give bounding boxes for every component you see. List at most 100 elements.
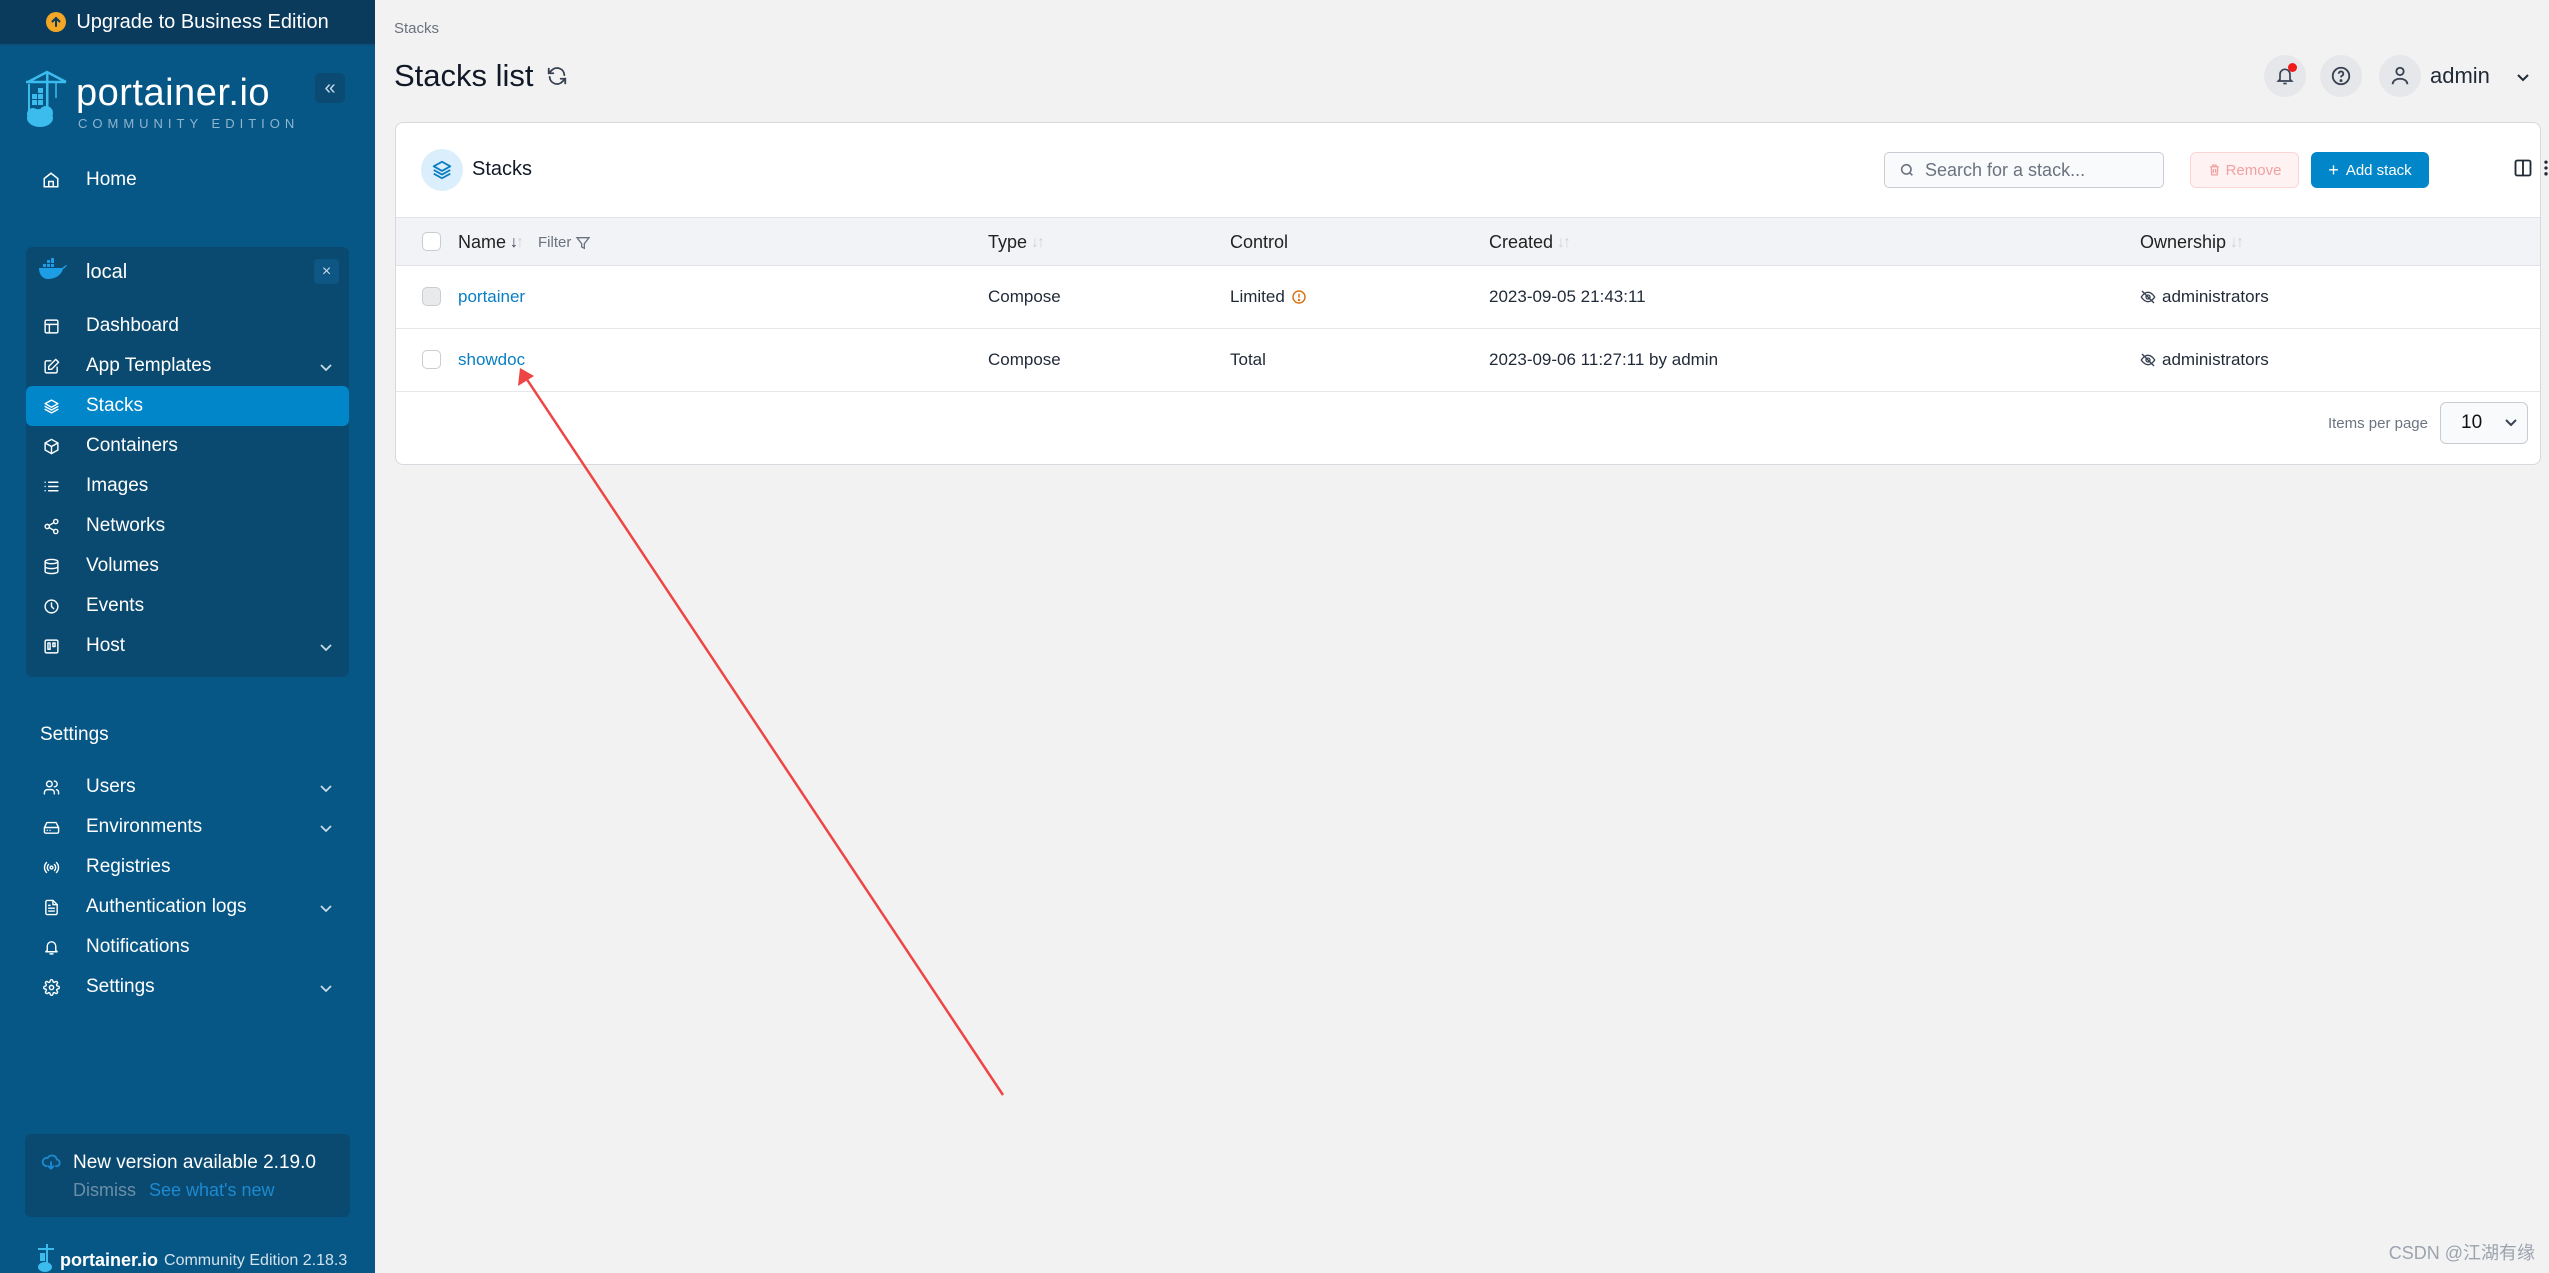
edit-icon [39, 354, 63, 378]
sidebar-item-dashboard[interactable]: Dashboard [26, 306, 349, 346]
select-all-checkbox[interactable] [422, 232, 441, 251]
sidebar-item-networks[interactable]: Networks [26, 506, 349, 546]
help-button[interactable] [2320, 55, 2362, 97]
columns-icon[interactable] [2513, 158, 2533, 183]
sidebar-item-environments[interactable]: Environments [26, 807, 349, 847]
trash-icon [2208, 163, 2221, 177]
items-per-page-label: Items per page [2327, 414, 2428, 432]
update-notice: New version available 2.19.0 Dismiss See… [25, 1134, 350, 1217]
settings-section-title: Settings [40, 724, 109, 745]
layers-icon [421, 149, 463, 191]
dismiss-link[interactable]: Dismiss [73, 1180, 136, 1201]
sidebar-item-authentication-logs[interactable]: Authentication logs [26, 887, 349, 927]
chevron-down-icon [319, 637, 333, 659]
chevron-down-icon [2505, 419, 2517, 427]
stack-type: Compose [988, 287, 1061, 306]
card-title: Stacks [472, 158, 533, 180]
sidebar-item-app-templates[interactable]: App Templates [26, 346, 349, 386]
stack-created: 2023-09-05 21:43:11 [1489, 287, 1646, 306]
stack-name-link[interactable]: portainer [458, 287, 525, 307]
docker-icon [38, 257, 68, 286]
page-title-text: Stacks list [394, 58, 534, 93]
sidebar-item-label: Dashboard [86, 315, 179, 336]
stack-ownership: administrators [2140, 350, 2269, 370]
add-stack-label: Add stack [2345, 161, 2412, 179]
radio-icon [39, 855, 63, 879]
user-avatar[interactable] [2379, 55, 2421, 97]
chevron-down-icon [319, 357, 333, 379]
list-icon [39, 474, 63, 498]
bell-icon [39, 935, 63, 959]
sidebar-item-volumes[interactable]: Volumes [26, 546, 349, 586]
sidebar-item-stacks[interactable]: Stacks [26, 386, 349, 426]
sidebar-item-users[interactable]: Users [26, 767, 349, 807]
sidebar-item-label: Host [86, 635, 126, 656]
chevron-down-icon [2516, 63, 2530, 89]
collapse-sidebar-button[interactable]: « [315, 73, 345, 103]
column-ownership[interactable]: Ownership ↓↑ [2140, 232, 2244, 253]
search-icon [1899, 162, 1915, 178]
breadcrumb: Stacks [394, 20, 440, 37]
close-environment-button[interactable]: × [314, 259, 339, 284]
hard-drive-icon [39, 815, 63, 839]
upgrade-banner[interactable]: Upgrade to Business Edition [0, 0, 375, 46]
cloud-download-icon [41, 1152, 61, 1177]
sort-icon: ↓↑ [1557, 233, 1571, 251]
column-created[interactable]: Created ↓↑ [1489, 232, 1571, 253]
chevrons-left-icon: « [324, 76, 336, 99]
add-stack-button[interactable]: + Add stack [2311, 152, 2429, 188]
sidebar-item-label: Networks [86, 515, 166, 536]
column-control: Control [1230, 232, 1289, 252]
whats-new-link[interactable]: See what's new [149, 1180, 275, 1201]
column-name[interactable]: Name ↓↑ Filter [458, 232, 591, 253]
sidebar-item-notifications[interactable]: Notifications [26, 927, 349, 967]
column-type[interactable]: Type ↓↑ [988, 232, 1045, 253]
sidebar-item-registries[interactable]: Registries [26, 847, 349, 887]
update-text: New version available 2.19.0 [73, 1152, 316, 1173]
row-checkbox[interactable] [422, 350, 441, 369]
eye-off-icon [2140, 352, 2156, 368]
dashboard-icon [39, 314, 63, 338]
username: admin [2430, 63, 2490, 88]
users-icon [39, 775, 63, 799]
crane-logo-icon [24, 70, 68, 133]
remove-button[interactable]: Remove [2190, 152, 2299, 188]
chevron-down-icon [319, 898, 333, 920]
alert-circle-icon [1291, 289, 1307, 305]
brand-edition: COMMUNITY EDITION [78, 116, 300, 131]
user-menu[interactable]: admin [2430, 63, 2530, 89]
filter-button[interactable]: Filter [538, 234, 591, 251]
sidebar-item-label: Settings [86, 976, 155, 997]
file-text-icon [39, 895, 63, 919]
search-box[interactable] [1884, 152, 2164, 188]
page-title: Stacks list [394, 58, 568, 94]
arrow-up-circle-icon [46, 12, 67, 32]
sort-icon: ↓↑ [510, 233, 524, 251]
notifications-button[interactable] [2264, 55, 2306, 97]
sidebar-item-label: Authentication logs [86, 896, 247, 917]
remove-label: Remove [2225, 161, 2282, 179]
environment-header: local [26, 252, 349, 292]
portainer-logo[interactable]: portainer.io COMMUNITY EDITION [24, 70, 299, 133]
items-per-page-select[interactable]: 10 [2440, 402, 2528, 444]
more-vertical-icon[interactable] [2536, 158, 2549, 183]
sidebar-item-events[interactable]: Events [26, 586, 349, 626]
sidebar-item-containers[interactable]: Containers [26, 426, 349, 466]
sidebar: Upgrade to Business Edition portainer.io… [0, 0, 375, 1273]
stack-name-link[interactable]: showdoc [458, 350, 525, 370]
footer-brand-name: portainer.io [60, 1250, 159, 1270]
stack-control: Total [1230, 350, 1266, 369]
clock-icon [39, 594, 63, 618]
user-icon [2389, 65, 2411, 87]
chevron-down-icon [319, 818, 333, 840]
sidebar-item-host[interactable]: Host [26, 626, 349, 666]
help-circle-icon [2330, 65, 2352, 87]
search-input[interactable] [1925, 159, 2155, 181]
chevron-down-icon [319, 978, 333, 1000]
sidebar-item-images[interactable]: Images [26, 466, 349, 506]
table-row: showdoc Compose Total 2023-09-06 11:27:1… [396, 329, 2540, 392]
brand-name: portainer.io [76, 72, 271, 114]
refresh-icon[interactable] [546, 65, 568, 87]
sidebar-item-settings[interactable]: Settings [26, 967, 349, 1007]
sidebar-item-home[interactable]: Home [26, 160, 349, 200]
